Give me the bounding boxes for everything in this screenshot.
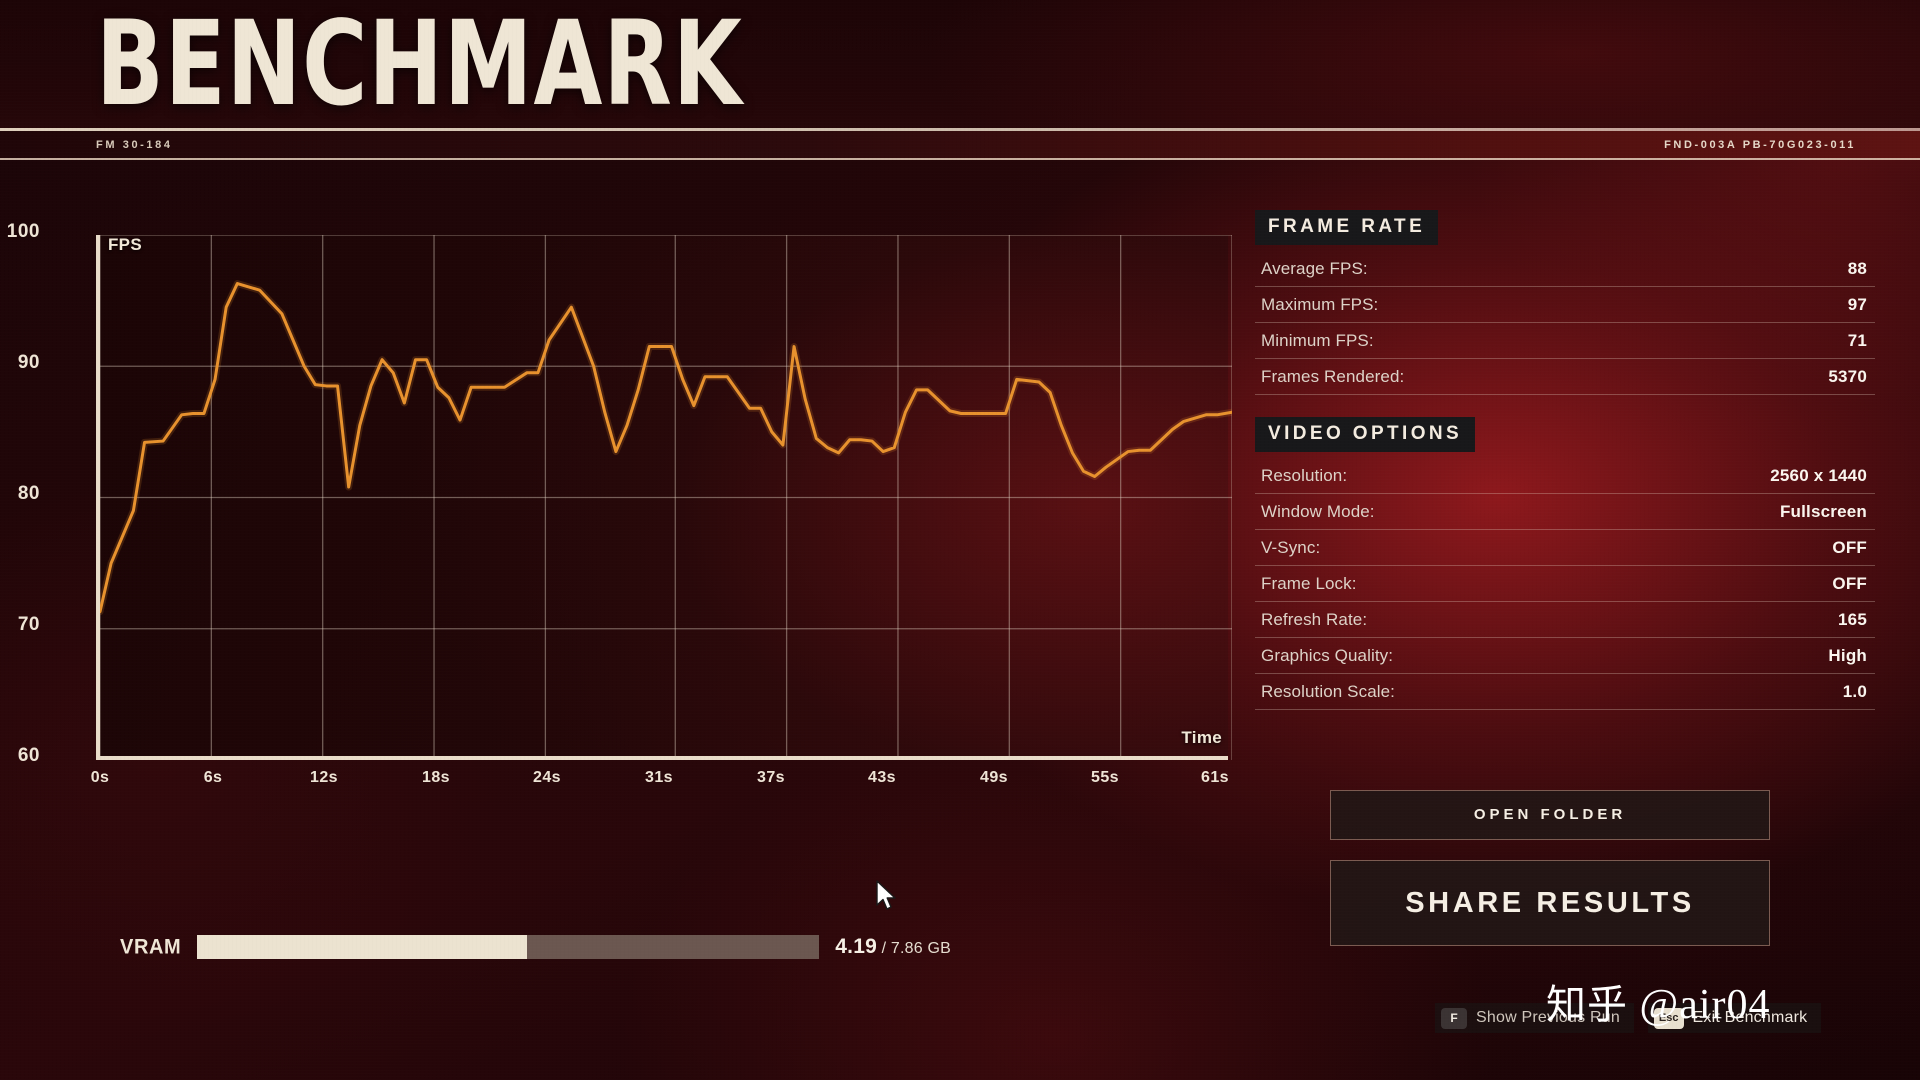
fps-chart: 100 90 80 70 60 FPS Time 0s 6s 12s 18s 2… — [7, 221, 1232, 790]
frame-rate-row: Average FPS: 88 — [1255, 251, 1875, 287]
key-f-icon: F — [1441, 1007, 1467, 1029]
vram-meter: VRAM 4.19 / 7.86 GB — [120, 935, 951, 959]
x-tick-0s: 0s — [90, 769, 110, 786]
vram-sep: / — [876, 940, 891, 957]
x-tick-18s: 18s — [422, 769, 450, 786]
y-tick-70: 70 — [17, 614, 40, 635]
frame-rate-label: Minimum FPS: — [1261, 330, 1374, 350]
vram-readout: 4.19 / 7.86 GB — [835, 935, 951, 959]
watermark-site: 知乎 — [1546, 982, 1628, 1028]
header-code-right: FND-003A PB-70G023-011 — [1664, 139, 1856, 151]
x-tick-43s: 43s — [868, 769, 896, 786]
video-options-heading: VIDEO OPTIONS — [1255, 417, 1476, 452]
video-option-label: Graphics Quality: — [1261, 645, 1394, 665]
video-option-label: Window Mode: — [1261, 501, 1375, 521]
video-option-value: 1.0 — [1842, 681, 1867, 701]
video-option-row: V-Sync: OFF — [1255, 530, 1875, 566]
video-option-row: Resolution: 2560 x 1440 — [1255, 458, 1875, 494]
video-option-label: Resolution: — [1261, 465, 1348, 485]
frame-rate-label: Maximum FPS: — [1261, 294, 1379, 314]
results-panels: FRAME RATE Average FPS: 88 Maximum FPS: 97 M… — [1255, 210, 1875, 710]
x-tick-37s: 37s — [757, 769, 785, 786]
y-tick-100: 100 — [6, 221, 40, 242]
mouse-cursor — [876, 880, 896, 910]
vram-fill — [197, 935, 527, 959]
y-tick-80: 80 — [17, 483, 40, 504]
page-title: BENCHMARK — [96, 0, 743, 132]
video-options-rows: Resolution: 2560 x 1440 Window Mode: Fullsc… — [1255, 458, 1875, 710]
video-option-label: Frame Lock: — [1261, 573, 1357, 593]
share-results-button[interactable]: SHARE RESULTS — [1330, 860, 1770, 946]
chart-plot-area: FPS Time — [96, 235, 1232, 760]
y-tick-90: 90 — [17, 352, 40, 373]
x-tick-49s: 49s — [980, 769, 1008, 786]
watermark: 知乎 @air04 — [1546, 972, 1770, 1030]
frame-rate-heading: FRAME RATE — [1255, 210, 1439, 245]
vram-track — [197, 935, 820, 959]
open-folder-button[interactable]: OPEN FOLDER — [1330, 790, 1770, 840]
frame-rate-panel: FRAME RATE Average FPS: 88 Maximum FPS: 97 M… — [1255, 210, 1875, 395]
header-code-left: FM 30-184 — [96, 139, 173, 151]
x-tick-12s: 12s — [310, 769, 338, 786]
frame-rate-label: Average FPS: — [1261, 258, 1368, 278]
video-option-row: Window Mode: Fullscreen — [1255, 494, 1875, 530]
video-option-row: Graphics Quality: High — [1255, 638, 1875, 674]
action-buttons: OPEN FOLDER SHARE RESULTS — [1330, 790, 1770, 946]
vram-used: 4.19 — [835, 935, 877, 958]
y-tick-60: 60 — [17, 745, 40, 766]
video-options-panel: VIDEO OPTIONS Resolution: 2560 x 1440 Wind… — [1255, 417, 1875, 710]
x-tick-55s: 55s — [1091, 769, 1119, 786]
x-tick-31s: 31s — [645, 769, 673, 786]
video-option-label: V-Sync: — [1261, 537, 1321, 557]
frame-rate-row: Frames Rendered: 5370 — [1255, 359, 1875, 395]
header-bar: BENCHMARK — [0, 0, 1920, 134]
vram-total: 7.86 GB — [890, 940, 952, 957]
frame-rate-row: Maximum FPS: 97 — [1255, 287, 1875, 323]
chart-x-axis-label: Time — [1181, 728, 1222, 747]
frame-rate-value: 97 — [1847, 294, 1867, 314]
video-option-value: 2560 x 1440 — [1770, 465, 1867, 485]
chart-svg — [100, 235, 1232, 760]
video-option-value: OFF — [1832, 573, 1867, 593]
frame-rate-value: 5370 — [1828, 366, 1867, 386]
fps-line-glow — [100, 280, 1232, 616]
video-option-row: Resolution Scale: 1.0 — [1255, 674, 1875, 710]
video-option-value: Fullscreen — [1779, 501, 1867, 521]
x-tick-24s: 24s — [533, 769, 561, 786]
header-subbar: FM 30-184 FND-003A PB-70G023-011 — [0, 131, 1920, 160]
vram-label: VRAM — [120, 934, 182, 959]
video-option-value: 165 — [1838, 609, 1867, 629]
video-option-label: Resolution Scale: — [1261, 681, 1395, 701]
frame-rate-value: 71 — [1847, 330, 1867, 350]
video-option-value: High — [1828, 645, 1867, 665]
frame-rate-label: Frames Rendered: — [1261, 366, 1405, 386]
benchmark-screen: BENCHMARK FM 30-184 FND-003A PB-70G023-0… — [0, 0, 1920, 1080]
video-option-value: OFF — [1832, 537, 1867, 557]
x-tick-6s: 6s — [203, 769, 223, 786]
frame-rate-value: 88 — [1847, 258, 1867, 278]
frame-rate-row: Minimum FPS: 71 — [1255, 323, 1875, 359]
x-tick-61s: 61s — [1201, 769, 1229, 786]
fps-line-series — [100, 282, 1232, 614]
frame-rate-rows: Average FPS: 88 Maximum FPS: 97 Minimum FPS:… — [1255, 251, 1875, 395]
video-option-row: Frame Lock: OFF — [1255, 566, 1875, 602]
video-option-row: Refresh Rate: 165 — [1255, 602, 1875, 638]
watermark-user: @air04 — [1639, 982, 1771, 1028]
video-option-label: Refresh Rate: — [1261, 609, 1368, 629]
